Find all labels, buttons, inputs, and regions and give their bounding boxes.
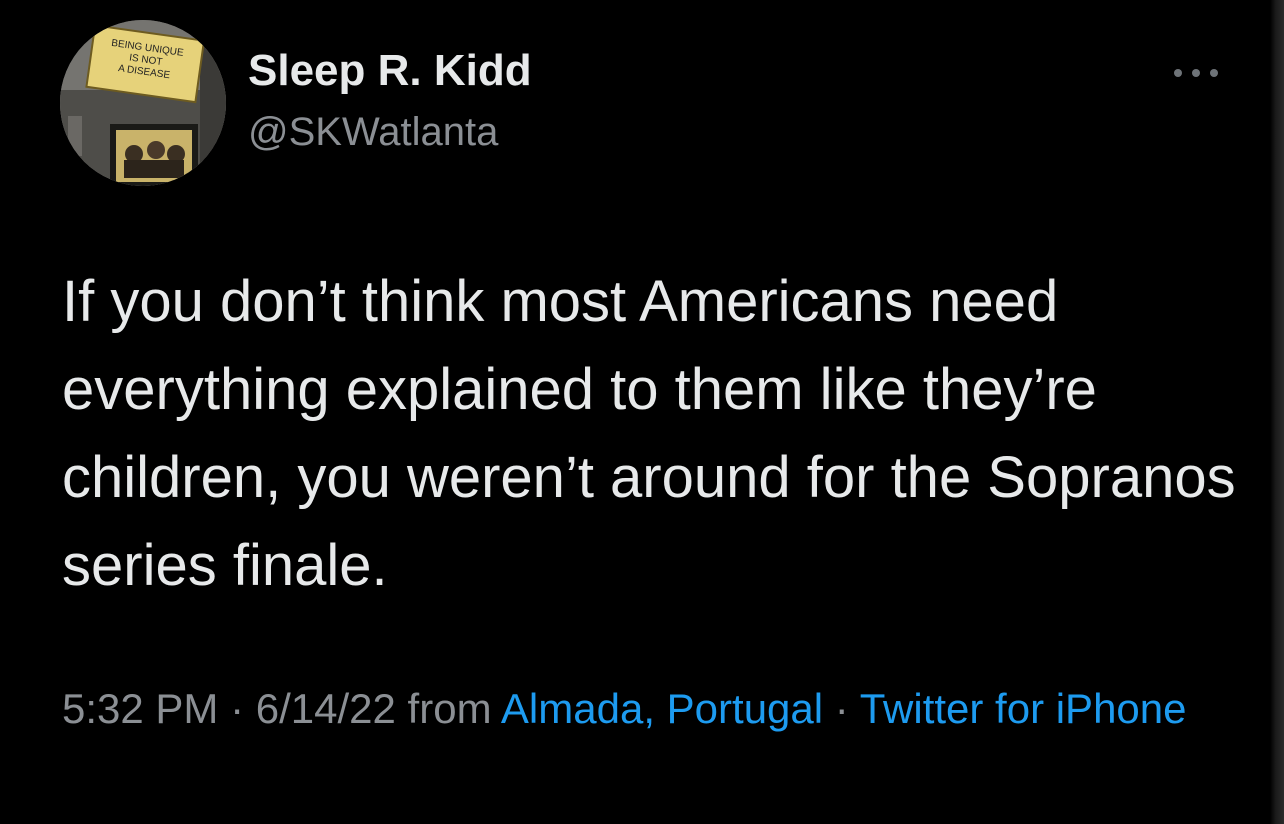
more-options-button[interactable] bbox=[1170, 56, 1224, 88]
source-link[interactable]: Twitter for iPhone bbox=[860, 685, 1187, 732]
tweet-time[interactable]: 5:32 PM bbox=[62, 685, 218, 732]
avatar-photo: BEING UNIQUE IS NOT A DISEASE bbox=[60, 20, 226, 186]
location-link[interactable]: Almada, Portugal bbox=[501, 685, 823, 732]
more-horizontal-icon bbox=[1192, 69, 1200, 77]
screen-edge-shadow bbox=[1270, 0, 1284, 824]
tweet-text: If you don’t think most Americans need e… bbox=[62, 269, 1236, 598]
tweet-meta: 5:32 PM · 6/14/22 from Almada, Portugal … bbox=[62, 678, 1222, 740]
meta-separator: · bbox=[823, 685, 860, 732]
tweet-date[interactable]: 6/14/22 bbox=[256, 685, 396, 732]
avatar[interactable]: BEING UNIQUE IS NOT A DISEASE bbox=[60, 20, 226, 186]
more-horizontal-icon bbox=[1210, 69, 1218, 77]
display-name[interactable]: Sleep R. Kidd bbox=[248, 46, 532, 96]
meta-separator: · bbox=[218, 685, 256, 732]
user-handle[interactable]: @SKWatlanta bbox=[248, 110, 498, 155]
from-label: from bbox=[395, 685, 501, 732]
more-horizontal-icon bbox=[1174, 69, 1182, 77]
